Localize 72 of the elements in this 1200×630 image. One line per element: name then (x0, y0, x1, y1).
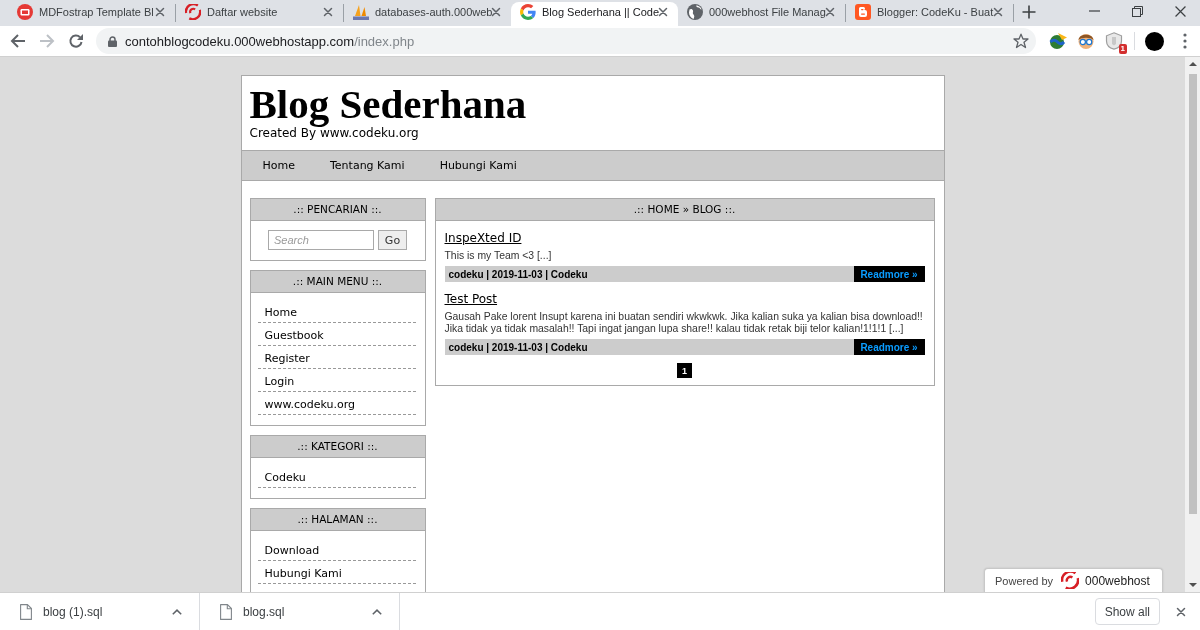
close-icon[interactable] (155, 7, 165, 17)
download-item[interactable]: blog (1).sql (0, 593, 200, 630)
post-title[interactable]: Test Post (444, 291, 498, 307)
nav-link[interactable]: Home (262, 159, 295, 172)
download-item[interactable]: blog.sql (200, 593, 400, 630)
restore-icon[interactable] (1132, 5, 1143, 17)
scrollbar[interactable] (1185, 57, 1200, 592)
caret-up-icon[interactable] (172, 608, 182, 615)
readmore-link[interactable]: Readmore » (853, 266, 925, 282)
readmore-link[interactable]: Readmore » (853, 339, 925, 355)
page-number[interactable]: 1 (677, 363, 692, 378)
post-meta: codeku | 2019-11-03 | Codeku (447, 341, 588, 353)
letter-g-icon (520, 4, 536, 20)
sidebar-link[interactable]: Home (257, 300, 416, 323)
close-icon[interactable] (825, 7, 835, 17)
search-field[interactable]: Search (268, 230, 374, 250)
file-icon (220, 603, 232, 620)
panel-heading: .:: HALAMAN ::. (250, 509, 425, 531)
avatar-icon[interactable] (1145, 31, 1164, 51)
menu-icon[interactable] (1183, 33, 1187, 49)
close-icon[interactable] (1175, 5, 1186, 17)
plus-icon[interactable] (1022, 5, 1036, 19)
powered-by-badge[interactable]: Powered by 000webhost (984, 568, 1163, 592)
shield-icon[interactable] (1105, 32, 1123, 50)
close-icon[interactable] (1176, 606, 1186, 617)
sails-logo-icon (353, 4, 369, 20)
browser-tab[interactable]: MDFostrap Template Bl (8, 2, 175, 26)
close-icon[interactable] (323, 7, 333, 17)
address-bar[interactable]: contohblogcodeku.000webhostapp.com/index.php (96, 28, 1036, 54)
notification-badge: 1 (1118, 44, 1127, 54)
post-meta: codeku | 2019-11-03 | Codeku (447, 268, 588, 280)
go-button[interactable]: Go (378, 230, 407, 250)
swirl-logo-icon (185, 4, 201, 20)
face-glasses-icon[interactable] (1077, 32, 1095, 50)
sidebar-link[interactable]: Register (257, 346, 416, 369)
file-icon (20, 603, 32, 620)
close-icon[interactable] (658, 7, 668, 17)
powered-by-label: Powered by (995, 574, 1054, 587)
browser-tab[interactable]: Blog Sederhana || Code (511, 2, 678, 26)
sidebar-link[interactable]: Download (257, 538, 416, 561)
brand-name: 000webhost (1085, 573, 1150, 588)
post-title[interactable]: InspeXted ID (444, 230, 522, 246)
browser-tab[interactable]: 000webhost File Manag (678, 2, 845, 26)
swirl-logo-icon (1061, 572, 1080, 589)
star-icon[interactable] (1013, 33, 1029, 49)
globe-icon (687, 4, 703, 20)
reload-icon[interactable] (68, 33, 84, 49)
post-excerpt: This is my Team <3 [...] (444, 250, 552, 262)
panel-heading: .:: HOME » BLOG ::. (435, 199, 934, 221)
panel-heading: .:: KATEGORI ::. (250, 436, 425, 458)
post-excerpt: Gausah Pake lorent Insupt karena ini buatan sendiri wkwkwk. Jika kalian suka ya kalian bisa download!! Jika tidak ya tidak masalah!! Tapi ingat jangan lupa share!! kalau tidak retak biji telor kalian!1!1!1 [...] (444, 311, 924, 335)
close-icon[interactable] (993, 7, 1003, 17)
circle-logo-icon (17, 4, 33, 20)
sidebar-link[interactable]: Login (257, 369, 416, 392)
square-logo-icon (855, 4, 871, 20)
show-all-button[interactable]: Show all (1094, 598, 1160, 625)
browser-tab[interactable]: Blogger: CodeKu - Buat (846, 2, 1013, 26)
browser-tab[interactable]: Daftar website (176, 2, 343, 26)
caret-up-icon[interactable] (372, 608, 382, 615)
panel-heading: .:: MAIN MENU ::. (250, 271, 425, 293)
lock-icon (108, 35, 117, 47)
panel-heading: .:: PENCARIAN ::. (250, 199, 425, 221)
site-subtitle: Created By www.codeku.org (249, 126, 419, 140)
back-arrow-icon[interactable] (10, 33, 26, 49)
sidebar-link[interactable]: www.codeku.org (257, 392, 416, 415)
browser-tab[interactable]: databases-auth.000web (344, 2, 511, 26)
sidebar-link[interactable]: Codeku (257, 465, 416, 488)
nav-link[interactable]: Hubungi Kami (439, 159, 517, 172)
close-icon[interactable] (491, 7, 501, 17)
sidebar-link[interactable]: Guestbook (257, 323, 416, 346)
sidebar-link[interactable]: Hubungi Kami (257, 561, 416, 584)
nav-link[interactable]: Tentang Kami (330, 159, 405, 172)
